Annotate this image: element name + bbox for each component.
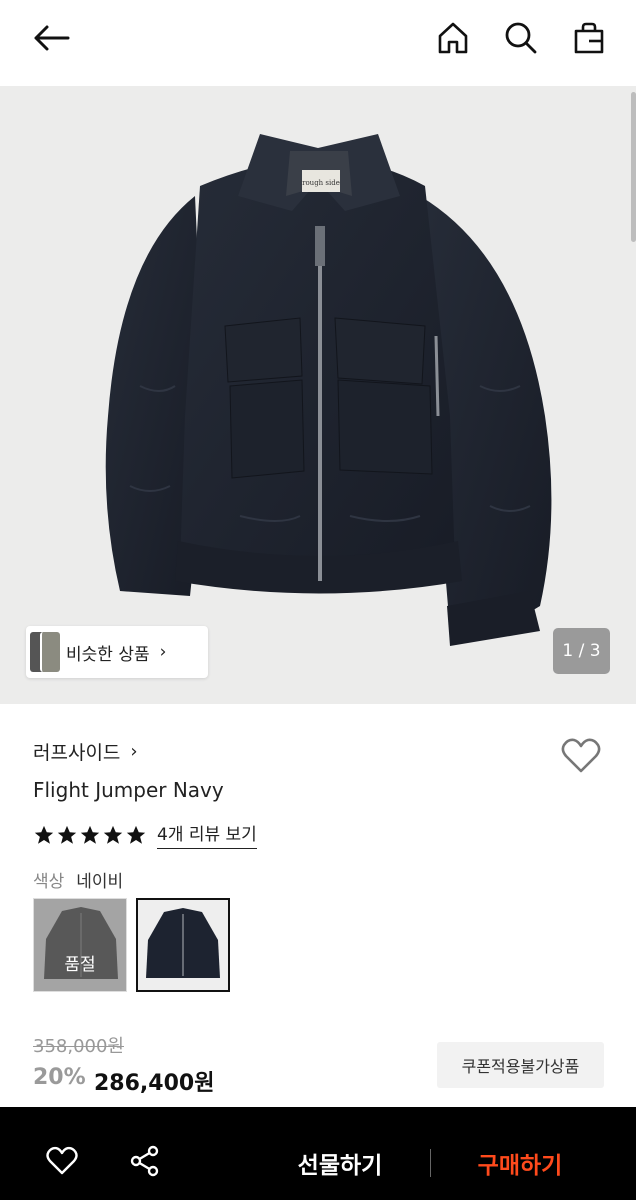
scrollbar[interactable]: [631, 92, 636, 242]
original-price: 358,000원: [33, 1036, 124, 1057]
review-link[interactable]: 4개 리뷰 보기: [157, 820, 257, 849]
like-button[interactable]: [42, 1141, 82, 1181]
star-icon: [103, 825, 123, 844]
heart-icon: [46, 1146, 78, 1175]
share-button[interactable]: [125, 1141, 165, 1181]
discount-rate: 20%: [33, 1065, 86, 1090]
product-image[interactable]: rough side 비슷한 상품 › 1 / 3: [0, 86, 636, 704]
gift-button[interactable]: 선물하기: [276, 1140, 404, 1186]
arrow-left-icon: [34, 25, 70, 51]
similar-thumb-2: [40, 632, 60, 672]
collar-tag: rough side: [302, 179, 340, 187]
home-icon: [438, 22, 468, 54]
image-counter: 1 / 3: [553, 628, 610, 674]
jacket-illustration: rough side: [105, 134, 552, 646]
similar-products-button[interactable]: 비슷한 상품 ›: [26, 626, 208, 678]
coupon-badge: 쿠폰적용불가상품: [437, 1042, 604, 1088]
back-button[interactable]: [28, 15, 74, 61]
chevron-right-icon: ›: [159, 642, 167, 662]
top-header: [0, 0, 636, 86]
shopping-bag-icon: [574, 22, 604, 54]
color-label: 색상: [33, 872, 65, 892]
star-icon: [34, 825, 54, 844]
color-value: 네이비: [76, 872, 124, 892]
sale-price: 286,400원: [94, 1071, 215, 1096]
share-icon: [130, 1145, 159, 1177]
similar-thumbs: [26, 626, 60, 678]
star-rating: [33, 824, 147, 846]
brand-link[interactable]: 러프사이드 ›: [33, 738, 138, 765]
soldout-overlay: 품절: [34, 899, 126, 991]
color-swatch-soldout[interactable]: 품절: [33, 898, 127, 992]
rating-row: 4개 리뷰 보기: [33, 820, 257, 849]
wishlist-heart-icon[interactable]: [560, 736, 602, 776]
color-row: 색상 네이비: [33, 867, 123, 892]
buy-button[interactable]: 구매하기: [456, 1140, 584, 1186]
button-divider: [430, 1149, 431, 1177]
similar-products-label: 비슷한 상품: [66, 644, 150, 665]
search-button[interactable]: [498, 15, 544, 61]
star-icon: [80, 825, 100, 844]
color-swatch-navy[interactable]: [136, 898, 230, 992]
home-button[interactable]: [430, 15, 476, 61]
chevron-right-icon: ›: [130, 741, 138, 762]
cart-button[interactable]: [566, 15, 612, 61]
swatch-jacket-image: [146, 908, 220, 978]
product-name: Flight Jumper Navy: [33, 778, 224, 802]
brand-name: 러프사이드: [33, 742, 121, 764]
search-icon: [505, 22, 537, 54]
star-icon: [126, 825, 146, 844]
star-icon: [57, 825, 77, 844]
